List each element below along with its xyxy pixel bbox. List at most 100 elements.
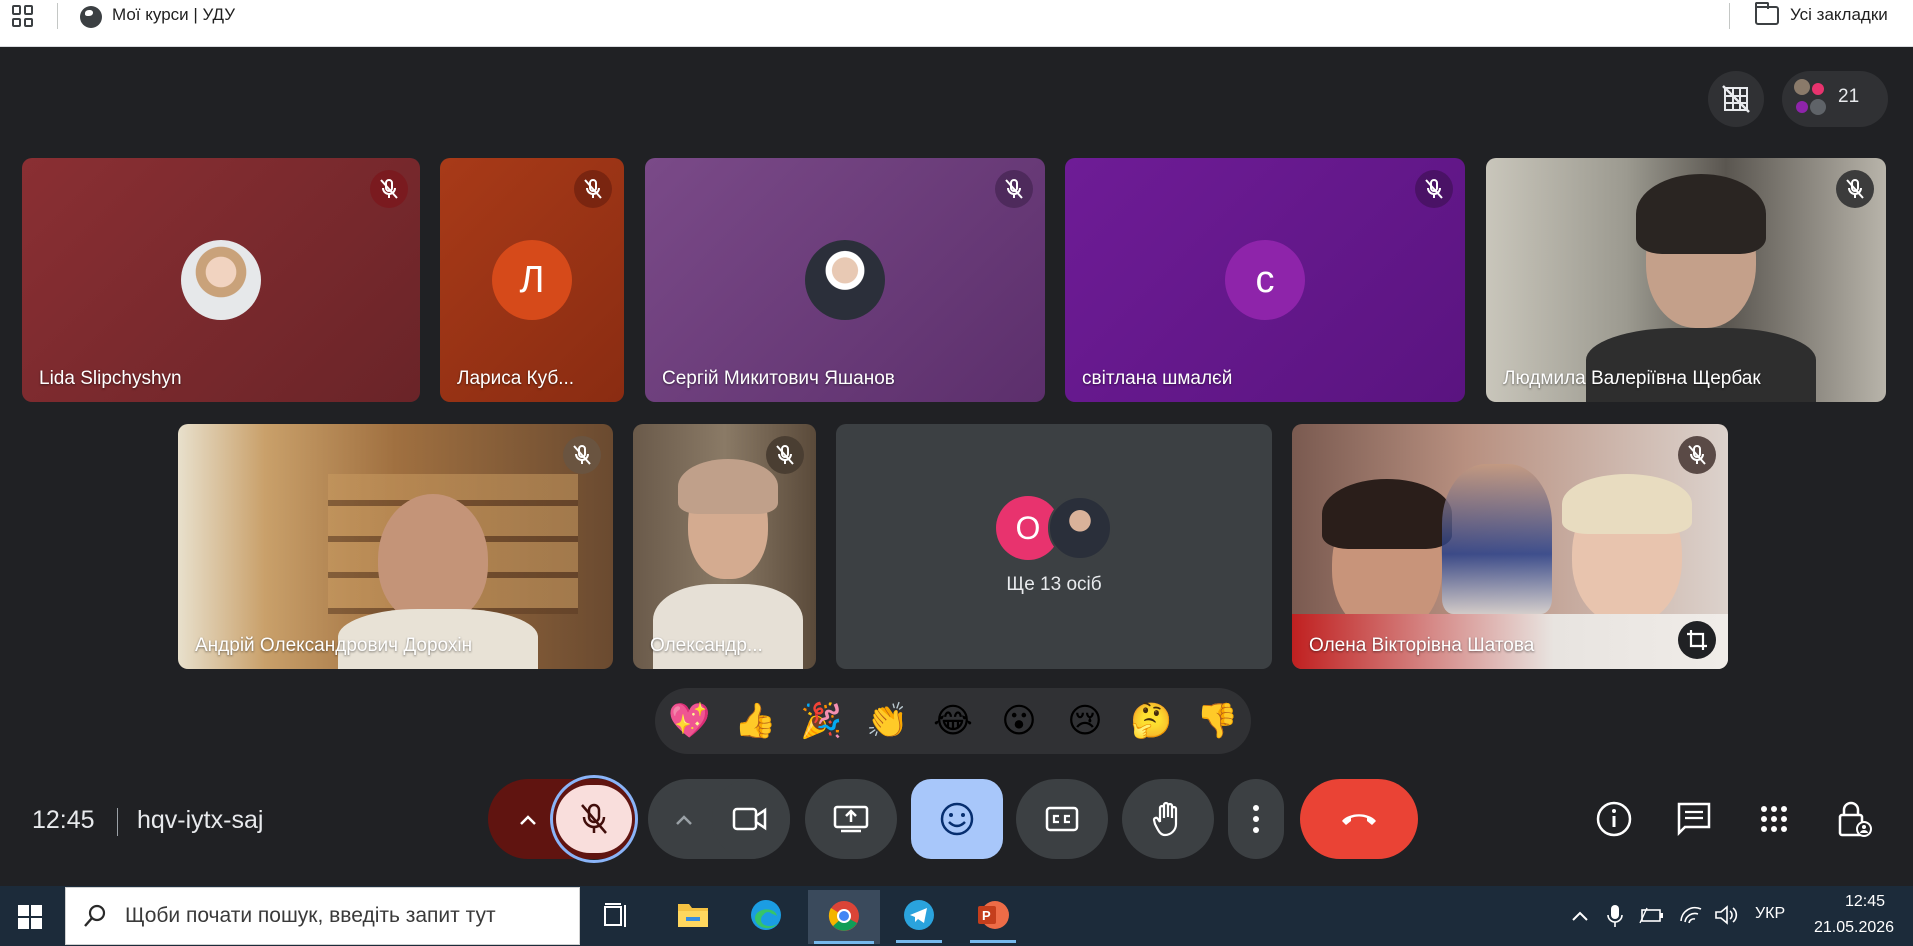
chevron-up-icon[interactable] (518, 813, 538, 827)
avatar: Л (492, 240, 572, 320)
participant-avatar (1810, 99, 1826, 115)
bookmark-link[interactable]: Мої курси | УДУ (112, 5, 235, 25)
emoji-clapping[interactable]: 👏 (866, 700, 908, 742)
participant-tile[interactable]: Сергій Микитович Яшанов (645, 158, 1045, 402)
participant-tile[interactable]: Lida Slipchyshyn (22, 158, 420, 402)
participant-tile[interactable]: Л Лариса Куб... (440, 158, 624, 402)
edge-icon (751, 900, 781, 930)
mic-off-indicator (370, 170, 408, 208)
mic-off-icon (584, 179, 602, 199)
participant-tile[interactable]: с світлана шмалєй (1065, 158, 1465, 402)
present-button[interactable] (805, 779, 897, 859)
battery-icon[interactable] (1639, 907, 1665, 925)
chrome-button[interactable] (808, 890, 880, 944)
chat-button[interactable] (1674, 799, 1714, 839)
mic-off-icon (1005, 179, 1023, 199)
closed-captions-icon (1045, 806, 1079, 832)
telegram-icon (904, 900, 934, 930)
chevron-up-icon[interactable] (1570, 909, 1590, 923)
others-tile[interactable]: О Ще 13 осіб (836, 424, 1272, 669)
search-placeholder: Щоби почати пошук, введіть запит тут (125, 904, 496, 927)
crop-button[interactable] (1678, 621, 1716, 659)
host-controls-button[interactable] (1834, 799, 1874, 839)
emoji-thumbs-down[interactable]: 👎 (1196, 700, 1238, 742)
tray-date[interactable]: 21.05.2026 (1806, 919, 1902, 937)
file-explorer-button[interactable] (676, 900, 710, 930)
mic-off-icon (1846, 179, 1864, 199)
apps-grid-icon (1761, 806, 1787, 832)
present-screen-icon (833, 805, 869, 833)
video-hair (1636, 174, 1766, 254)
activities-button[interactable] (1754, 799, 1794, 839)
more-vert-icon (1253, 805, 1259, 833)
mic-toggle-button[interactable] (556, 785, 632, 853)
powerpoint-icon: P (978, 901, 1009, 929)
edge-button[interactable] (749, 898, 783, 932)
participant-tile[interactable]: Андрій Олександрович Дорохін (178, 424, 613, 669)
participants-button[interactable] (1782, 71, 1888, 127)
hang-up-icon (1342, 814, 1376, 825)
video-shirt (1586, 328, 1816, 402)
input-language[interactable]: УКР (1755, 905, 1785, 923)
task-view-icon (604, 903, 626, 927)
mic-off-icon (380, 179, 398, 199)
folder-icon (678, 904, 708, 927)
participant-tile[interactable]: Олександр... (633, 424, 816, 669)
reactions-button[interactable] (911, 779, 1003, 859)
microphone-icon[interactable] (1607, 904, 1623, 928)
emoji-tears-of-joy[interactable]: 😂 (932, 700, 974, 742)
meeting-details-button[interactable] (1594, 799, 1634, 839)
avatar (1048, 496, 1112, 560)
folder-icon[interactable] (1755, 2, 1779, 25)
raise-hand-button[interactable] (1122, 779, 1214, 859)
emoji-surprised[interactable]: 😮 (998, 700, 1040, 742)
participant-avatar (1794, 79, 1810, 95)
tray-time[interactable]: 12:45 (1830, 893, 1900, 911)
emoji-thumbs-up[interactable]: 👍 (734, 700, 776, 742)
globe-icon (80, 6, 102, 28)
mic-off-indicator (1678, 436, 1716, 474)
avatar (805, 240, 885, 320)
emoji-crying[interactable]: 😢 (1064, 700, 1106, 742)
emoji-party-popper[interactable]: 🎉 (800, 700, 842, 742)
participant-tile[interactable]: Людмила Валеріївна Щербак (1486, 158, 1886, 402)
bookmark-separator (1729, 3, 1730, 29)
mic-off-icon (776, 445, 794, 465)
meeting-code: hqv-iytx-saj (137, 806, 264, 834)
svg-text:P: P (982, 908, 991, 923)
emoji-thinking[interactable]: 🤔 (1130, 700, 1172, 742)
others-label: Ще 13 осіб (1006, 574, 1102, 595)
participant-name: Сергій Микитович Яшанов (662, 368, 895, 389)
windows-logo-icon (18, 905, 42, 929)
task-view-button[interactable] (603, 902, 629, 930)
end-call-button[interactable] (1300, 779, 1418, 859)
participant-tile[interactable]: Олена Вікторівна Шатова (1292, 424, 1728, 669)
powerpoint-button[interactable]: P (970, 898, 1016, 943)
video-hair (678, 459, 778, 514)
active-indicator (814, 941, 874, 944)
volume-icon[interactable] (1714, 905, 1738, 925)
video-options-group (648, 779, 790, 859)
camera-toggle-button[interactable] (712, 779, 790, 859)
no-layout-button[interactable] (1708, 71, 1764, 127)
chevron-up-icon[interactable] (674, 813, 694, 827)
emoji-sparkling-heart[interactable]: 💖 (668, 700, 710, 742)
all-bookmarks-link[interactable]: Усі закладки (1790, 5, 1888, 25)
telegram-button[interactable] (896, 898, 942, 943)
windows-start-button[interactable] (18, 905, 42, 929)
wifi-icon[interactable] (1679, 905, 1703, 925)
captions-button[interactable] (1016, 779, 1108, 859)
participant-name: Лариса Куб... (457, 368, 575, 389)
info-separator (117, 808, 118, 836)
search-icon (84, 904, 106, 927)
chrome-icon (828, 901, 859, 931)
mic-off-indicator (574, 170, 612, 208)
participant-avatar (1796, 101, 1808, 113)
mic-off-indicator (563, 436, 601, 474)
reactions-bar: 💖 👍 🎉 👏 😂 😮 😢 🤔 👎 (655, 688, 1251, 754)
avatar: с (1225, 240, 1305, 320)
apps-icon[interactable] (12, 5, 34, 27)
mic-off-indicator (995, 170, 1033, 208)
bookmark-separator (57, 3, 58, 29)
more-options-button[interactable] (1228, 779, 1284, 859)
